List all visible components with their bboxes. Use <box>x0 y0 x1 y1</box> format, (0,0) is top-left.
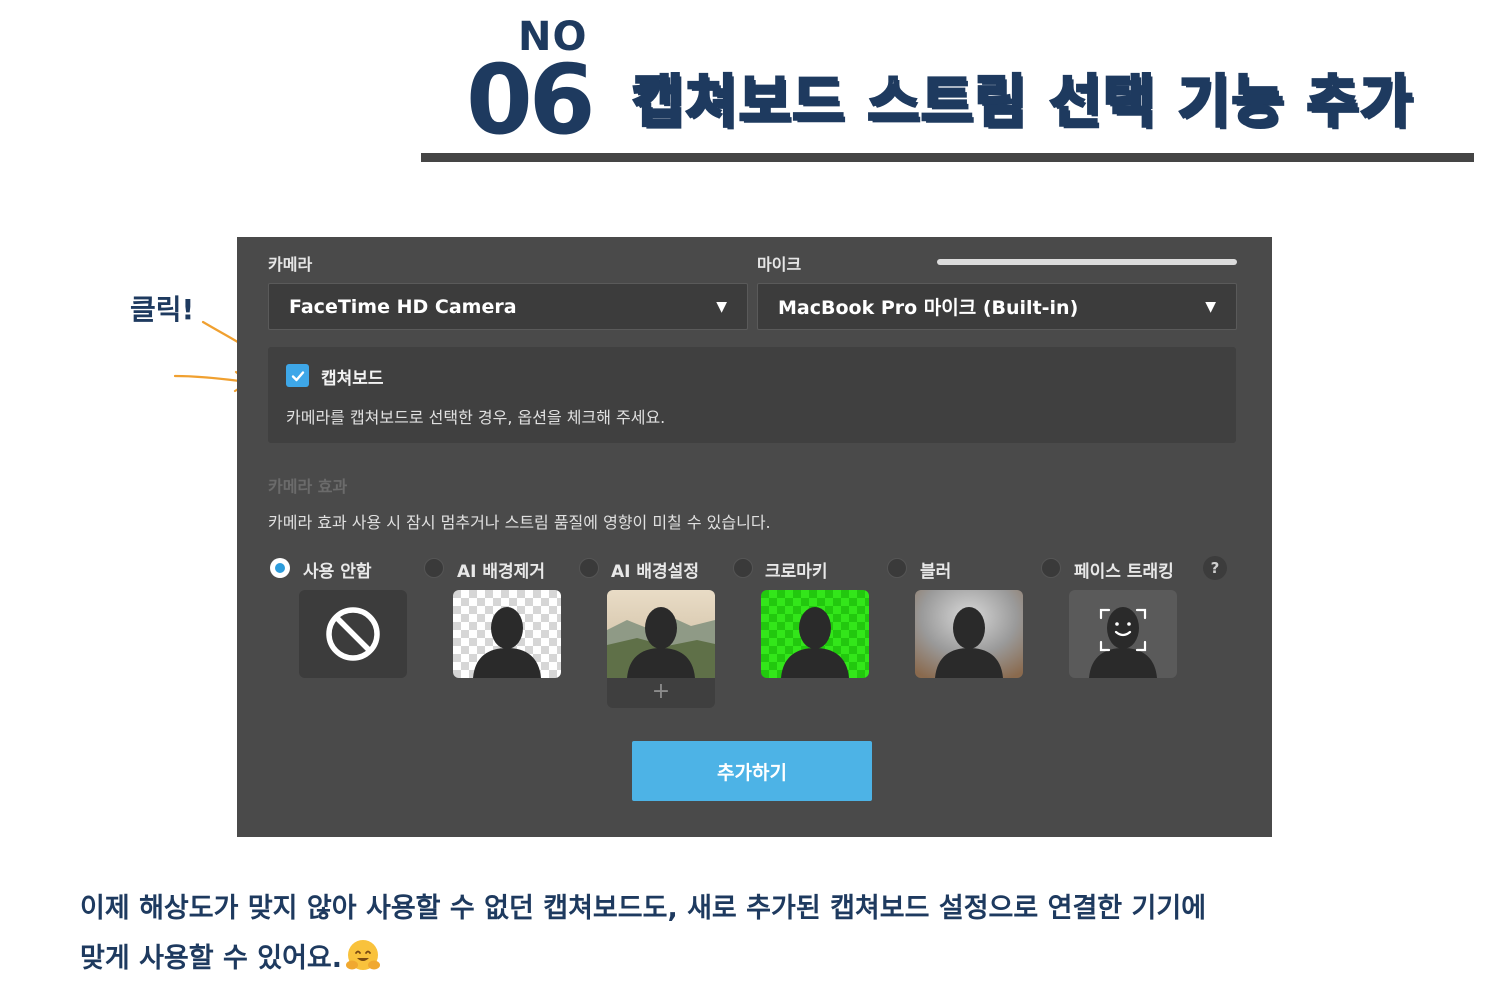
camera-label: 카메라 <box>268 255 313 274</box>
person-landscape-bg-icon <box>607 590 715 678</box>
option-label-ai-bg-set: AI 배경설정 <box>611 562 699 582</box>
thumb-chroma-key[interactable] <box>761 590 869 678</box>
camera-select-value: FaceTime HD Camera <box>289 295 517 318</box>
radio-chroma-key[interactable] <box>733 558 753 578</box>
option-label-ai-bg-remove: AI 배경제거 <box>457 562 545 582</box>
section-number: 06 <box>466 44 596 156</box>
thumb-ai-bg-remove[interactable] <box>453 590 561 678</box>
camera-effects-description: 카메라 효과 사용 시 잠시 멈추거나 스트림 품질에 영향이 미칠 수 있습니… <box>268 513 771 532</box>
radio-ai-bg-remove[interactable] <box>424 558 444 578</box>
add-button[interactable]: 추가하기 <box>632 741 872 801</box>
mic-select[interactable]: MacBook Pro 마이크 (Built-in) ▼ <box>757 283 1237 330</box>
title-divider <box>421 153 1474 162</box>
option-label-blur: 블러 <box>920 562 952 582</box>
radio-no-effect[interactable] <box>270 558 290 578</box>
mic-select-value: MacBook Pro 마이크 (Built-in) <box>778 297 1079 319</box>
footer-line-1: 이제 해상도가 맞지 않아 사용할 수 없던 캡쳐보드도, 새로 추가된 캡쳐보… <box>80 893 1207 924</box>
camera-effects-label: 카메라 효과 <box>268 477 348 496</box>
capture-board-label: 캡쳐보드 <box>321 369 384 389</box>
chevron-down-icon: ▼ <box>716 298 727 315</box>
mic-label: 마이크 <box>757 255 802 274</box>
option-label-no-effect: 사용 안함 <box>303 562 372 582</box>
ban-icon <box>326 607 380 661</box>
radio-face-tracking[interactable] <box>1041 558 1061 578</box>
add-background-button[interactable]: + <box>607 678 715 708</box>
thumb-no-effect[interactable] <box>299 590 407 678</box>
footer-line-2: 맞게 사용할 수 있어요. <box>80 934 1480 984</box>
radio-blur[interactable] <box>887 558 907 578</box>
thumb-blur[interactable] <box>915 590 1023 678</box>
capture-board-option: 캡쳐보드 카메라를 캡쳐보드로 선택한 경우, 옵션을 체크해 주세요. <box>268 347 1236 443</box>
thumb-face-tracking[interactable] <box>1069 590 1177 678</box>
person-greenscreen-icon <box>761 590 869 678</box>
chevron-down-icon: ▼ <box>1205 298 1216 315</box>
person-transparent-bg-icon <box>453 590 561 678</box>
camera-select[interactable]: FaceTime HD Camera ▼ <box>268 283 748 330</box>
hugging-face-emoji-icon <box>346 940 381 970</box>
footer-text: 이제 해상도가 맞지 않아 사용할 수 없던 캡쳐보드도, 새로 추가된 캡쳐보… <box>80 884 1480 984</box>
click-annotation-label: 클릭! <box>130 293 195 326</box>
mic-level-meter <box>937 259 1237 265</box>
person-blur-bg-icon <box>915 590 1023 678</box>
radio-ai-bg-set[interactable] <box>579 558 599 578</box>
capture-board-description: 카메라를 캡쳐보드로 선택한 경우, 옵션을 체크해 주세요. <box>286 408 666 427</box>
checkmark-icon <box>291 370 304 381</box>
camera-settings-panel: 카메라 마이크 FaceTime HD Camera ▼ MacBook Pro… <box>237 237 1272 837</box>
face-tracking-icon <box>1089 607 1157 678</box>
footer-line-2-text: 맞게 사용할 수 있어요. <box>80 943 343 974</box>
option-label-face-tracking: 페이스 트래킹 <box>1074 562 1174 582</box>
help-icon[interactable]: ? <box>1203 556 1227 580</box>
page-title: 캡쳐보드 스트림 선택 기능 추가 <box>631 69 1414 137</box>
option-label-chroma-key: 크로마키 <box>765 562 828 582</box>
capture-board-checkbox[interactable] <box>286 364 309 387</box>
thumb-ai-bg-set[interactable] <box>607 590 715 678</box>
